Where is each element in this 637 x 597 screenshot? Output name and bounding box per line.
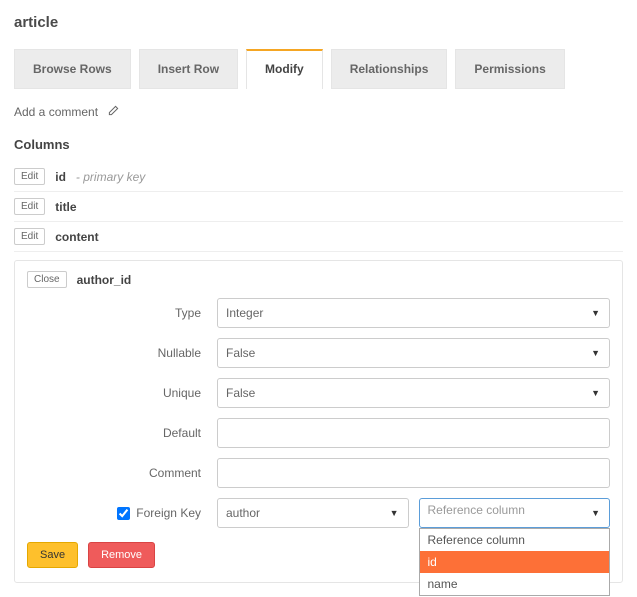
column-name: id bbox=[55, 170, 66, 184]
remove-button[interactable]: Remove bbox=[88, 542, 155, 568]
fk-reference-dropdown: Reference column id name bbox=[419, 528, 611, 596]
type-select[interactable]: Integer bbox=[217, 298, 610, 328]
type-label: Type bbox=[27, 306, 217, 320]
edit-button[interactable]: Edit bbox=[14, 228, 45, 245]
column-name: content bbox=[55, 230, 98, 244]
tab-browse-rows[interactable]: Browse Rows bbox=[14, 49, 131, 89]
tab-permissions[interactable]: Permissions bbox=[455, 49, 564, 89]
fk-table-select[interactable]: author bbox=[217, 498, 409, 528]
nullable-select[interactable]: False bbox=[217, 338, 610, 368]
fk-ref-option-id[interactable]: id bbox=[420, 551, 610, 573]
fk-reference-select[interactable]: Reference column bbox=[419, 498, 611, 528]
save-button[interactable]: Save bbox=[27, 542, 78, 568]
tabs: Browse Rows Insert Row Modify Relationsh… bbox=[14, 49, 623, 89]
unique-select[interactable]: False bbox=[217, 378, 610, 408]
fk-ref-option-name[interactable]: name bbox=[420, 573, 610, 595]
comment-input[interactable] bbox=[217, 458, 610, 488]
column-row-id: Edit id - primary key bbox=[14, 162, 623, 192]
tab-insert-row[interactable]: Insert Row bbox=[139, 49, 238, 89]
comment-label: Comment bbox=[27, 466, 217, 480]
default-input[interactable] bbox=[217, 418, 610, 448]
tab-relationships[interactable]: Relationships bbox=[331, 49, 448, 89]
close-button[interactable]: Close bbox=[27, 271, 67, 288]
column-expanded: Close author_id Type Integer Nullable Fa… bbox=[14, 260, 623, 583]
column-row-content: Edit content bbox=[14, 222, 623, 252]
default-label: Default bbox=[27, 426, 217, 440]
columns-header: Columns bbox=[14, 137, 623, 152]
add-comment-label: Add a comment bbox=[14, 105, 98, 119]
tab-modify[interactable]: Modify bbox=[246, 49, 323, 89]
expanded-column-name: author_id bbox=[77, 273, 132, 287]
nullable-label: Nullable bbox=[27, 346, 217, 360]
pencil-icon bbox=[108, 105, 119, 119]
column-name: title bbox=[55, 200, 76, 214]
page-title: article bbox=[14, 14, 623, 31]
edit-button[interactable]: Edit bbox=[14, 198, 45, 215]
foreign-key-label: Foreign Key bbox=[136, 506, 201, 520]
column-row-title: Edit title bbox=[14, 192, 623, 222]
fk-ref-option-placeholder[interactable]: Reference column bbox=[420, 529, 610, 551]
column-note: - primary key bbox=[76, 170, 145, 184]
edit-button[interactable]: Edit bbox=[14, 168, 45, 185]
add-comment-row[interactable]: Add a comment bbox=[14, 105, 623, 119]
unique-label: Unique bbox=[27, 386, 217, 400]
foreign-key-checkbox[interactable] bbox=[117, 507, 130, 520]
